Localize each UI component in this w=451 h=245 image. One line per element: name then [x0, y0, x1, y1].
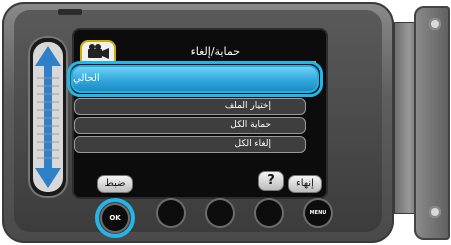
menu-item-select-file[interactable]: إختيار الملف — [74, 98, 306, 115]
screw-icon — [429, 18, 441, 30]
menu-button[interactable]: MENU — [305, 200, 331, 226]
video-camera-icon — [88, 44, 109, 59]
help-button[interactable]: ? — [258, 171, 284, 191]
up-down-arrow-icon — [35, 46, 61, 188]
hard-button-4[interactable] — [256, 200, 282, 226]
menu-button-label: MENU — [309, 210, 327, 216]
set-button[interactable]: ضبط — [97, 175, 133, 193]
menu-item-current[interactable]: الحالي — [71, 65, 319, 93]
hard-button-2[interactable] — [158, 200, 184, 226]
end-button[interactable]: إنهاء — [288, 175, 322, 193]
menu-item-cancel-all[interactable]: إلغاء الكل — [74, 136, 306, 153]
menu-item-protect-all[interactable]: حماية الكل — [74, 117, 306, 134]
hard-button-3[interactable] — [207, 200, 233, 226]
hinge-cap — [414, 6, 450, 240]
ok-button-label: OK — [109, 214, 121, 222]
mode-tab — [80, 40, 116, 62]
ok-button[interactable]: OK — [102, 205, 128, 231]
screw-icon — [429, 206, 441, 218]
top-notch — [58, 9, 82, 15]
page-title: حماية/إلغاء — [190, 45, 240, 58]
